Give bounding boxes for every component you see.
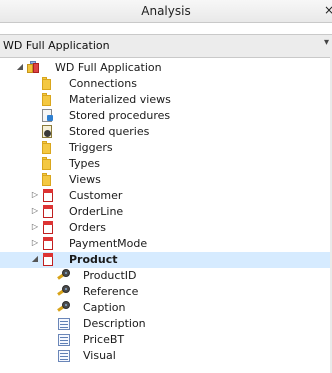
collapse-icon[interactable]: ◢	[30, 253, 40, 265]
tree-item-label: Triggers	[69, 141, 113, 154]
folder-icon	[41, 141, 51, 154]
expand-icon[interactable]: ▷	[30, 189, 40, 201]
tree-item-label: Product	[69, 253, 118, 266]
tree-folder-triggers[interactable]: Triggers	[0, 140, 332, 156]
tree-table-product[interactable]: ◢ Product	[0, 252, 332, 268]
database-icon	[26, 61, 40, 75]
tree-item-label: ProductID	[83, 269, 137, 282]
tree-folder-stored-queries[interactable]: Stored queries	[0, 124, 332, 140]
tree-item-label: Caption	[83, 301, 126, 314]
tree-folder-types[interactable]: Types	[0, 156, 332, 172]
tree-folder-materialized-views[interactable]: Materialized views	[0, 92, 332, 108]
expand-icon[interactable]: ▷	[30, 221, 40, 233]
table-icon	[41, 189, 55, 203]
tree-item-label: Visual	[83, 349, 116, 362]
tree-item-label: Connections	[69, 77, 137, 90]
tree-field-productid[interactable]: ProductID	[0, 268, 332, 284]
tree-folder-stored-procedures[interactable]: Stored procedures	[0, 108, 332, 124]
key-icon	[57, 285, 71, 299]
analysis-tree[interactable]: ◢ WD Full Application Connections Materi…	[0, 57, 332, 373]
tree-item-label: OrderLine	[69, 205, 124, 218]
tree-table-customer[interactable]: ▷ Customer	[0, 188, 332, 204]
key-icon	[57, 301, 71, 315]
stored-query-icon	[40, 125, 54, 139]
panel-titlebar: Analysis ×	[0, 0, 332, 23]
stored-procedure-icon	[40, 109, 54, 123]
key-icon	[57, 269, 71, 283]
table-icon	[41, 205, 55, 219]
tree-item-label: Types	[69, 157, 100, 170]
tree-field-caption[interactable]: Caption	[0, 300, 332, 316]
chevron-down-icon[interactable]: ▾	[324, 37, 329, 48]
field-icon	[57, 349, 71, 363]
tree-item-label: Stored queries	[69, 125, 150, 138]
tree-table-paymentmode[interactable]: ▷ PaymentMode	[0, 236, 332, 252]
folder-icon	[41, 93, 51, 106]
tree-item-label: Reference	[83, 285, 139, 298]
tree-folder-connections[interactable]: Connections	[0, 76, 332, 92]
tree-field-description[interactable]: Description	[0, 316, 332, 332]
close-icon[interactable]: ×	[324, 3, 332, 17]
tree-item-label: Customer	[69, 189, 123, 202]
folder-icon	[41, 157, 51, 170]
collapse-icon[interactable]: ◢	[15, 61, 25, 73]
tree-item-label: Materialized views	[69, 93, 171, 106]
tree-item-label: Orders	[69, 221, 106, 234]
tree-field-reference[interactable]: Reference	[0, 284, 332, 300]
folder-icon	[41, 173, 51, 186]
tree-root[interactable]: ◢ WD Full Application	[0, 60, 332, 76]
expand-icon[interactable]: ▷	[30, 205, 40, 217]
database-selector[interactable]: WD Full Application ▾	[0, 34, 332, 58]
tree-root-label: WD Full Application	[55, 61, 162, 74]
field-icon	[57, 317, 71, 331]
tree-item-label: Description	[83, 317, 146, 330]
tree-item-label: Stored procedures	[69, 109, 171, 122]
tree-item-label: Views	[69, 173, 101, 186]
tree-folder-views[interactable]: Views	[0, 172, 332, 188]
folder-icon	[41, 77, 51, 90]
tree-item-label: PaymentMode	[69, 237, 148, 250]
tree-item-label: PriceBT	[83, 333, 125, 346]
table-icon	[41, 221, 55, 235]
tree-field-pricebt[interactable]: PriceBT	[0, 332, 332, 348]
tree-field-visual[interactable]: Visual	[0, 348, 332, 364]
field-icon	[57, 333, 71, 347]
expand-icon[interactable]: ▷	[30, 237, 40, 249]
table-icon	[41, 253, 55, 267]
tree-table-orderline[interactable]: ▷ OrderLine	[0, 204, 332, 220]
panel-title: Analysis	[141, 4, 191, 18]
table-icon	[41, 237, 55, 251]
selector-value: WD Full Application	[3, 39, 110, 52]
tree-table-orders[interactable]: ▷ Orders	[0, 220, 332, 236]
